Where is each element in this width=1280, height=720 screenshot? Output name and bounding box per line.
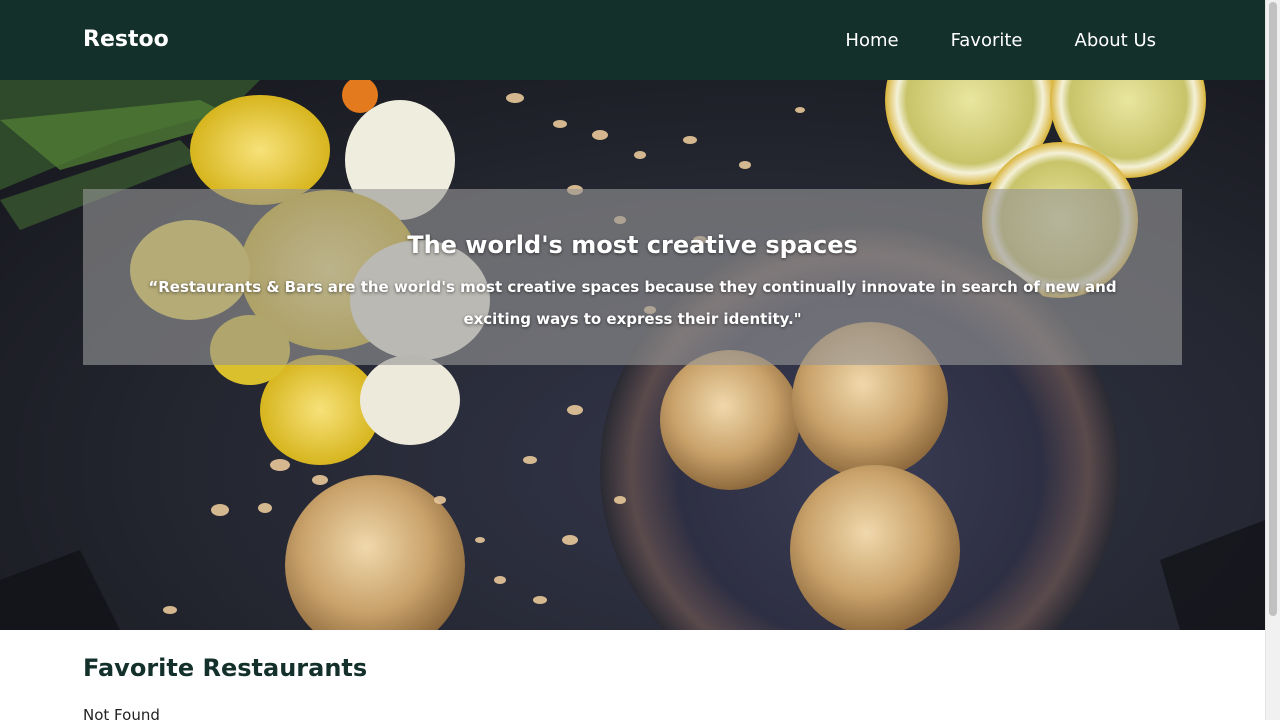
navbar: Restoo Home Favorite About Us	[0, 0, 1265, 80]
brand-logo[interactable]: Restoo	[83, 26, 169, 54]
empty-state-text: Not Found	[83, 706, 160, 720]
page-scrollbar[interactable]	[1265, 0, 1280, 720]
page: Restoo Home Favorite About Us The world'…	[0, 0, 1265, 720]
nav-link-home[interactable]: Home	[845, 28, 898, 54]
nav-link-about-us[interactable]: About Us	[1075, 28, 1157, 54]
hero-section: The world's most creative spaces “Restau…	[0, 80, 1265, 630]
hero-quote: “Restaurants & Bars are the world's most…	[148, 278, 1117, 328]
hero-overlay: The world's most creative spaces “Restau…	[83, 189, 1182, 365]
nav-link-favorite[interactable]: Favorite	[951, 28, 1023, 54]
scrollbar-thumb[interactable]	[1269, 2, 1277, 616]
hero-title: The world's most creative spaces	[407, 231, 858, 259]
main-nav: Home Favorite About Us	[845, 28, 1156, 54]
section-title: Favorite Restaurants	[83, 654, 368, 682]
favorites-section: Favorite Restaurants Not Found	[83, 652, 1183, 720]
